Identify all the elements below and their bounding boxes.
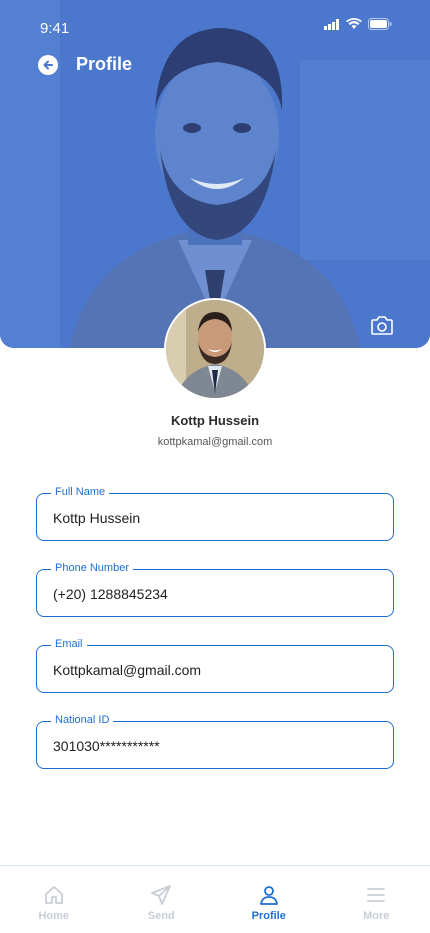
nav-more[interactable]: More [323,866,430,933]
nav-home-label: Home [38,910,69,922]
status-time: 9:41 [40,20,69,37]
battery-icon [368,18,392,30]
page-title: Profile [76,54,132,75]
phone-number-input[interactable] [51,570,375,618]
full-name-input[interactable] [51,494,375,542]
nav-send-label: Send [148,910,175,922]
nav-more-label: More [363,910,389,922]
nav-profile[interactable]: Profile [215,866,323,933]
send-icon [150,884,172,906]
profile-cover: 9:41 Profile [0,0,430,348]
avatar [164,298,266,400]
camera-icon[interactable] [370,314,394,336]
nav-send[interactable]: Send [108,866,216,933]
status-icons [324,18,392,30]
user-name: Kottp Hussein [0,413,430,428]
email-input[interactable] [51,646,375,694]
avatar-photo [166,300,264,398]
menu-icon [365,884,387,906]
full-name-field: Full Name [36,493,394,541]
home-icon [43,884,65,906]
phone-number-field: Phone Number [36,569,394,617]
profile-icon [258,884,280,906]
top-bar: Profile [38,54,132,75]
wifi-icon [346,18,362,30]
user-email: kottpkamal@gmail.com [0,436,430,448]
status-bar: 9:41 [0,0,430,54]
arrow-left-icon [42,59,54,71]
nav-home[interactable]: Home [0,866,108,933]
email-field: Email [36,645,394,693]
signal-icon [324,19,340,30]
national-id-input[interactable] [51,722,375,770]
bottom-nav: Home Send Profile More [0,865,430,933]
nav-profile-label: Profile [252,910,286,922]
back-button[interactable] [38,55,58,75]
national-id-field: National ID [36,721,394,769]
